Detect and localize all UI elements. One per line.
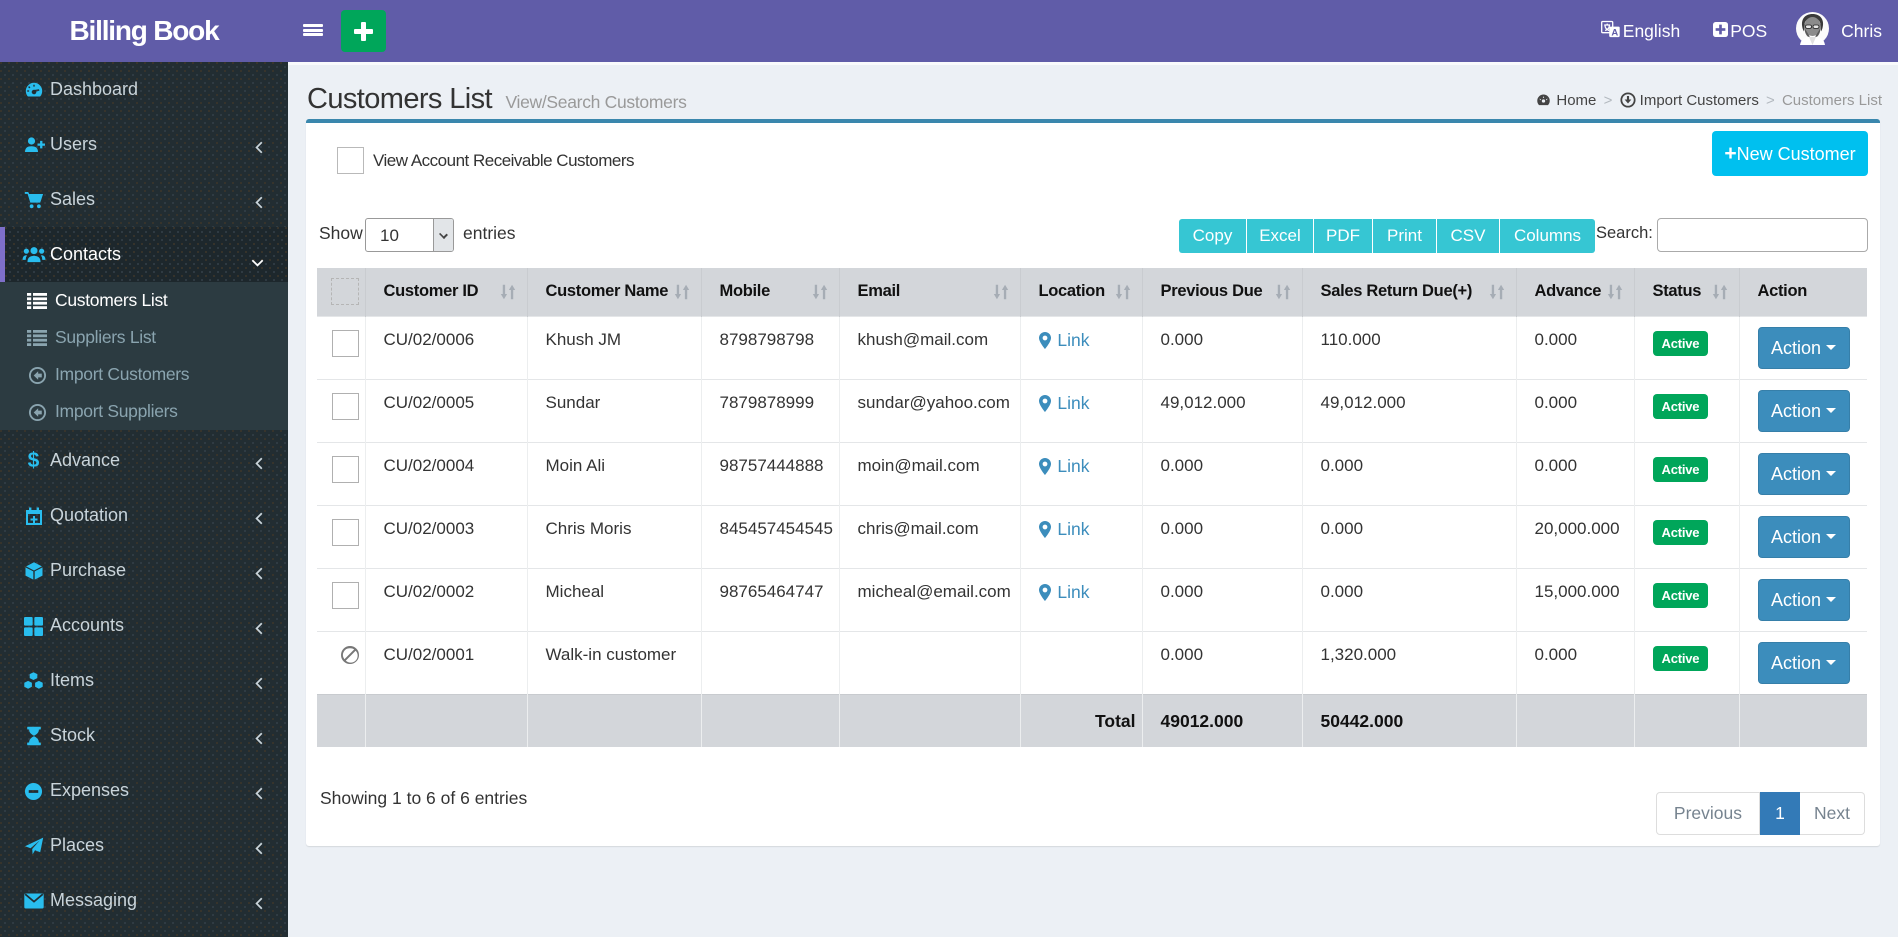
svg-text:A: A — [1611, 27, 1618, 38]
